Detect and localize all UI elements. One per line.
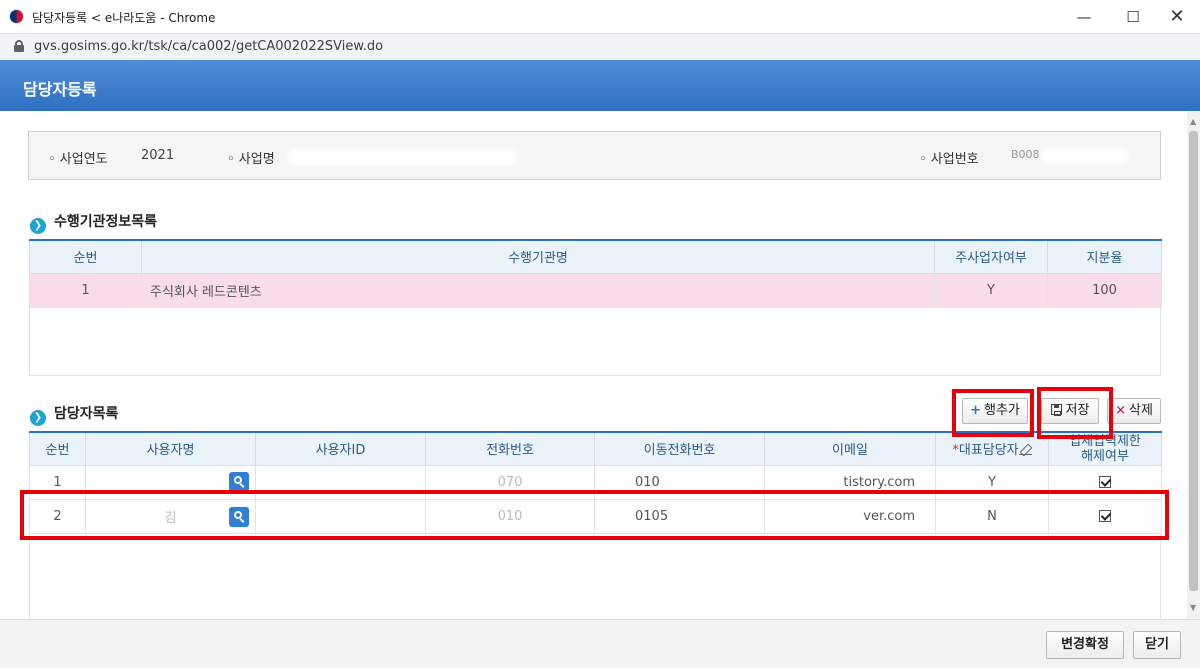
cell-user-id[interactable] <box>255 498 426 534</box>
col-header-user-name[interactable]: 사용자명 <box>85 431 256 466</box>
close-window-button[interactable]: ✕ <box>1154 4 1200 30</box>
page-header: 담당자등록 <box>0 60 1200 111</box>
cell-no[interactable]: 1 <box>29 272 142 308</box>
cell-no[interactable]: 1 <box>29 464 86 500</box>
project-number-value: B008 <box>1011 148 1040 161</box>
minimize-button[interactable]: — <box>1061 4 1107 30</box>
footer-bar <box>0 619 1200 668</box>
year-value: 2021 <box>141 148 175 163</box>
page-title: 담당자등록 <box>23 80 97 99</box>
col-header-no[interactable]: 순번 <box>29 239 142 274</box>
close-button[interactable]: 닫기 <box>1133 631 1181 659</box>
col-header-share[interactable]: 지분율 <box>1047 239 1162 274</box>
col-header-no[interactable]: 순번 <box>29 431 86 466</box>
scroll-down-icon[interactable]: ▼ <box>1190 603 1196 612</box>
cell-phone[interactable]: 010 <box>425 498 595 534</box>
chevron-right-icon: ❯ <box>30 410 46 426</box>
url-text[interactable]: gvs.gosims.go.kr/tsk/ca/ca002/getCA00202… <box>34 39 383 54</box>
project-info-box: ◦ 사업연도 2021 ◦ 사업명 ◦ 사업번호 B008 <box>28 131 1161 180</box>
cell-user-id[interactable] <box>255 464 426 500</box>
redacted-project-name <box>287 148 517 166</box>
cell-representative[interactable]: N <box>935 498 1049 534</box>
org-section-title: ❯ 수행기관정보목록 <box>30 211 157 234</box>
save-button[interactable]: 저장 <box>1041 398 1099 424</box>
table-row[interactable]: 2 김 010 0105 ver.com N <box>29 498 1162 534</box>
cell-email[interactable]: ver.com <box>764 498 936 534</box>
floppy-disk-icon <box>1050 404 1062 416</box>
col-header-mobile[interactable]: 이동전화번호 <box>594 431 765 466</box>
window-titlebar: 담당자등록 < e나라도움 - Chrome — ☐ ✕ <box>0 0 1200 34</box>
cell-phone[interactable]: 070 <box>425 464 595 500</box>
redacted-project-number <box>1041 147 1129 165</box>
cell-mobile[interactable]: 010 <box>594 464 765 500</box>
address-bar[interactable]: gvs.gosims.go.kr/tsk/ca/ca002/getCA00202… <box>0 34 1200 60</box>
confirm-change-button[interactable]: 변경확정 <box>1046 631 1124 659</box>
cell-org-name[interactable]: 주식회사 레드콘텐츠 <box>141 272 935 308</box>
cell-unlock[interactable] <box>1048 464 1162 500</box>
cell-no[interactable]: 2 <box>29 498 86 534</box>
cell-email[interactable]: tistory.com <box>764 464 936 500</box>
favicon-icon <box>9 9 24 24</box>
search-user-button[interactable] <box>229 506 249 527</box>
cell-user-name[interactable] <box>85 464 256 500</box>
vertical-scrollbar[interactable]: ▲ ▼ <box>1187 111 1200 619</box>
table-row[interactable]: 1 070 010 tistory.com Y <box>29 464 1162 500</box>
org-table: 순번 수행기관명 주사업자여부 지분율 1 주식회사 레드콘텐츠 Y 100 <box>29 239 1162 308</box>
lock-icon <box>14 40 24 52</box>
project-number-label: ◦ 사업번호 <box>919 152 979 167</box>
year-label: ◦ 사업연도 <box>48 152 108 167</box>
contact-table: 순번 사용자명 사용자ID 전화번호 이동전화번호 이메일 *대표담당자 업체입… <box>29 431 1162 534</box>
scroll-up-icon[interactable]: ▲ <box>1190 117 1196 126</box>
cell-representative[interactable]: Y <box>935 464 1049 500</box>
table-row[interactable]: 1 주식회사 레드콘텐츠 Y 100 <box>29 272 1162 308</box>
contact-section-title: ❯ 담당자목록 <box>30 403 118 426</box>
col-header-representative[interactable]: *대표담당자 <box>935 431 1049 466</box>
col-header-user-id[interactable]: 사용자ID <box>255 431 426 466</box>
search-user-button[interactable] <box>229 471 249 492</box>
unlock-checkbox[interactable] <box>1099 510 1111 522</box>
contact-table-empty-area <box>29 534 1161 619</box>
unlock-checkbox[interactable] <box>1099 476 1111 488</box>
col-header-unlock[interactable]: 업체입력제한 해제여부 <box>1048 431 1162 466</box>
edit-icon <box>1018 444 1032 456</box>
org-section-label: 수행기관정보목록 <box>54 214 158 230</box>
cell-user-name[interactable]: 김 <box>85 498 256 534</box>
col-header-org-name[interactable]: 수행기관명 <box>141 239 935 274</box>
org-table-empty-area <box>29 307 1161 376</box>
col-header-phone[interactable]: 전화번호 <box>425 431 595 466</box>
cell-mobile[interactable]: 0105 <box>594 498 765 534</box>
delete-button[interactable]: × 삭제 <box>1107 398 1161 424</box>
chevron-right-icon: ❯ <box>30 218 46 234</box>
add-row-button[interactable]: + 행추가 <box>962 398 1028 424</box>
plus-icon: + <box>970 403 981 418</box>
maximize-button[interactable]: ☐ <box>1110 4 1156 30</box>
project-name-label: ◦ 사업명 <box>227 152 275 167</box>
cell-share[interactable]: 100 <box>1047 272 1162 308</box>
cell-unlock[interactable] <box>1048 498 1162 534</box>
col-header-primary[interactable]: 주사업자여부 <box>934 239 1048 274</box>
scroll-thumb[interactable] <box>1189 131 1198 591</box>
contact-section-label: 담당자목록 <box>54 406 119 422</box>
close-icon: × <box>1115 403 1126 418</box>
cell-primary[interactable]: Y <box>934 272 1048 308</box>
col-header-email[interactable]: 이메일 <box>764 431 936 466</box>
window-title: 담당자등록 < e나라도움 - Chrome <box>32 11 216 25</box>
